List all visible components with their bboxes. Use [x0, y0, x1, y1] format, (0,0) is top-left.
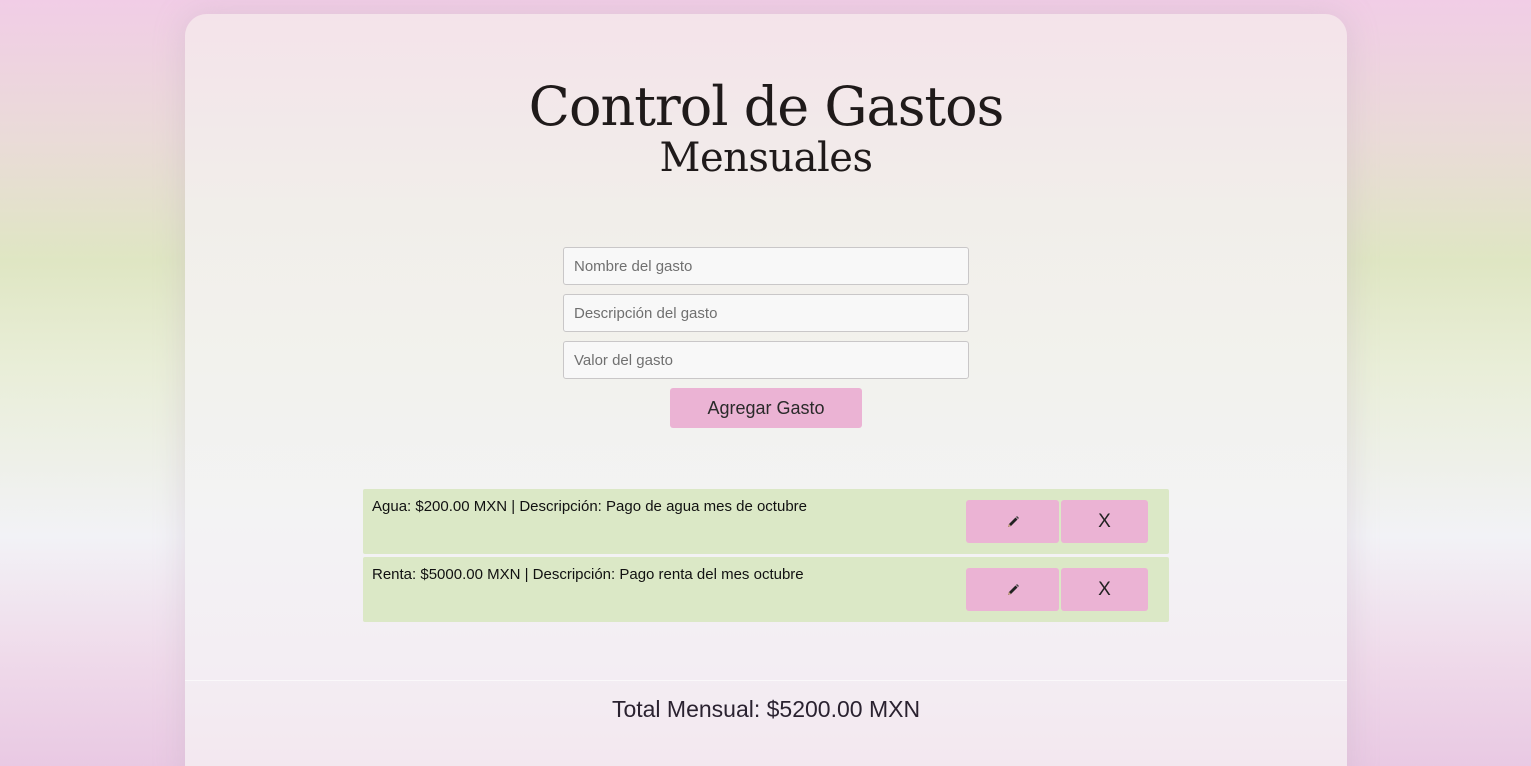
delete-expense-button[interactable]: X: [1061, 500, 1148, 543]
add-expense-button[interactable]: Agregar Gasto: [670, 388, 862, 428]
delete-expense-button[interactable]: X: [1061, 568, 1148, 611]
expense-list: Agua: $200.00 MXN | Descripción: Pago de…: [363, 489, 1169, 625]
expense-form: Agregar Gasto: [563, 247, 969, 428]
edit-expense-button[interactable]: [966, 568, 1059, 611]
page-title-line2: Mensuales: [659, 135, 873, 181]
expense-name-input[interactable]: [563, 247, 969, 285]
pencil-icon: [1007, 583, 1019, 595]
expense-row-text: Renta: $5000.00 MXN | Descripción: Pago …: [372, 566, 804, 583]
expense-description-input[interactable]: [563, 294, 969, 332]
page-title-line1: Control de Gastos: [528, 75, 1005, 138]
page-title: Control de Gastos Mensuales: [185, 75, 1347, 181]
edit-expense-button[interactable]: [966, 500, 1059, 543]
divider: [185, 680, 1347, 681]
expense-row: Agua: $200.00 MXN | Descripción: Pago de…: [363, 489, 1169, 554]
expense-row: Renta: $5000.00 MXN | Descripción: Pago …: [363, 557, 1169, 622]
expense-row-text: Agua: $200.00 MXN | Descripción: Pago de…: [372, 498, 807, 515]
expense-card: Control de Gastos Mensuales Agregar Gast…: [185, 14, 1347, 766]
expense-value-input[interactable]: [563, 341, 969, 379]
monthly-total: Total Mensual: $5200.00 MXN: [611, 696, 921, 722]
pencil-icon: [1007, 515, 1019, 527]
